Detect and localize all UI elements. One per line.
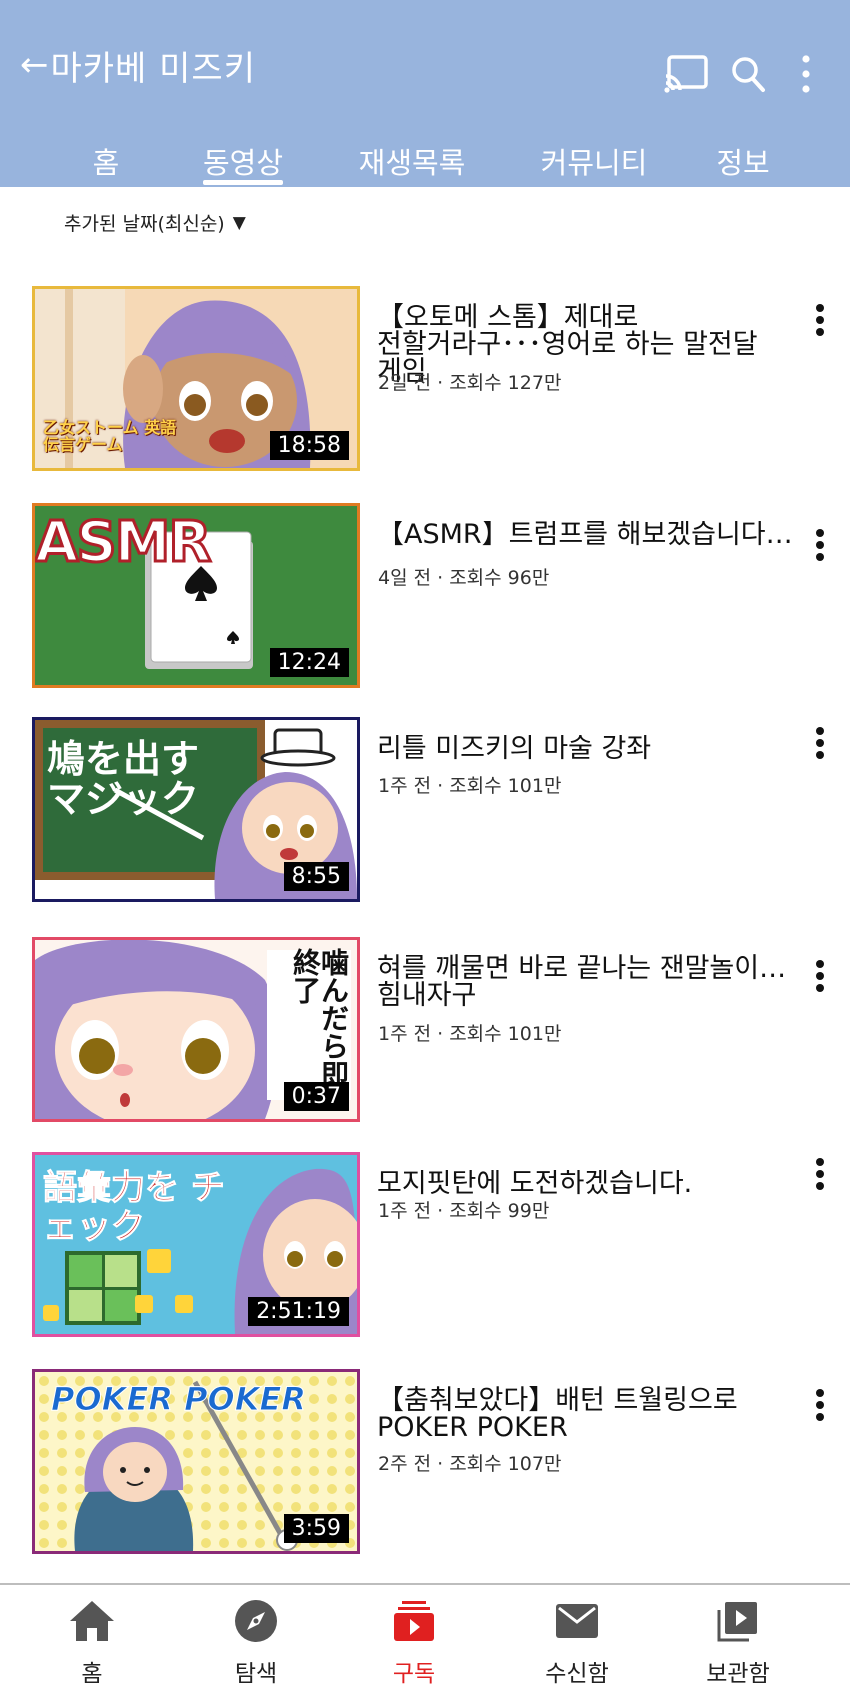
video-more-icon[interactable] xyxy=(808,1154,832,1194)
compass-icon xyxy=(234,1593,278,1648)
video-more-icon[interactable] xyxy=(808,525,832,565)
video-title[interactable]: 【ASMR】트럼프를 해보겠습니다… xyxy=(377,521,809,548)
nav-label: 탐색 xyxy=(234,1661,278,1687)
tab-playlists[interactable]: 재생목록 xyxy=(359,140,466,182)
tab-community[interactable]: 커뮤니티 xyxy=(541,140,648,182)
video-duration: 2:51:19 xyxy=(248,1296,349,1326)
video-title[interactable]: 혀를 깨물면 바로 끝나는 잰말놀이…힘내자구 xyxy=(377,955,809,1009)
thumbnail-caption: 噛んだら即終了 xyxy=(289,948,350,1088)
video-title[interactable]: 모지핏탄에 도전하겠습니다. xyxy=(377,1170,809,1197)
video-more-icon[interactable] xyxy=(808,1385,832,1425)
channel-tabs: 홈 동영상 재생목록 커뮤니티 정보 xyxy=(0,132,850,187)
video-duration: 18:58 xyxy=(269,430,349,460)
thumbnail-caption: POKER POKER xyxy=(50,1380,307,1419)
nav-library[interactable]: 보관함 xyxy=(678,1593,798,1688)
video-duration: 3:59 xyxy=(283,1513,349,1543)
video-title[interactable]: 【춤춰보았다】배턴 트월링으로 POKER POKER xyxy=(377,1387,809,1441)
video-title[interactable]: 리틀 미즈키의 마술 강좌 xyxy=(377,735,809,762)
bottom-navigation: 홈 탐색 구독 수신함 보관함 xyxy=(0,1583,850,1691)
sort-dropdown[interactable]: 추가된 날짜(최신순) ▼ xyxy=(64,209,246,236)
nav-label: 구독 xyxy=(392,1661,436,1687)
video-thumbnail[interactable]: ASMR 12:24 xyxy=(32,503,360,688)
video-meta: 1주 전 · 조회수 99만 xyxy=(378,1200,550,1222)
video-meta: 2주 전 · 조회수 107만 xyxy=(378,1453,562,1475)
nav-label: 수신함 xyxy=(545,1661,609,1687)
library-icon xyxy=(717,1593,759,1648)
video-more-icon[interactable] xyxy=(808,956,832,996)
nav-explore[interactable]: 탐색 xyxy=(196,1593,316,1688)
back-arrow-icon: ← xyxy=(20,45,49,85)
sort-label: 추가된 날짜(최신순) xyxy=(64,213,225,235)
video-item[interactable]: POKER POKER 3:59 【춤춰보았다】배턴 트월링으로 POKER P… xyxy=(0,1369,850,1559)
video-item[interactable]: 語彙力を チェック 2:51:19 모지핏탄에 도전하겠습니다. 1주 전 · … xyxy=(0,1152,850,1342)
video-item[interactable]: ASMR 12:24 【ASMR】트럼프를 해보겠습니다… 4일 전 · 조회수… xyxy=(0,503,850,693)
nav-label: 보관함 xyxy=(706,1661,770,1687)
thumbnail-caption: ASMR xyxy=(35,509,213,577)
tab-about[interactable]: 정보 xyxy=(716,140,769,182)
video-duration: 8:55 xyxy=(283,861,349,891)
thumbnail-caption: 鳩を出す マジック xyxy=(47,737,200,821)
video-duration: 0:37 xyxy=(283,1081,349,1111)
video-meta: 2일 전 · 조회수 127만 xyxy=(378,372,562,394)
cast-icon[interactable] xyxy=(660,48,712,100)
video-meta: 1주 전 · 조회수 101만 xyxy=(378,1023,562,1045)
subscriptions-icon xyxy=(394,1593,434,1648)
home-icon xyxy=(68,1593,116,1648)
video-item[interactable]: 鳩を出す マジック 8:55 리틀 미즈키의 마술 강좌 1주 전 · 조회수 … xyxy=(0,717,850,907)
caret-down-icon: ▼ xyxy=(232,212,246,233)
video-meta: 4일 전 · 조회수 96만 xyxy=(378,567,550,589)
active-tab-indicator xyxy=(203,180,283,185)
more-options-icon[interactable] xyxy=(780,48,832,100)
video-thumbnail[interactable]: 語彙力を チェック 2:51:19 xyxy=(32,1152,360,1337)
nav-label: 홈 xyxy=(81,1661,103,1687)
video-more-icon[interactable] xyxy=(808,723,832,763)
video-meta: 1주 전 · 조회수 101만 xyxy=(378,775,562,797)
video-thumbnail[interactable]: 鳩を出す マジック 8:55 xyxy=(32,717,360,902)
video-item[interactable]: 噛んだら即終了 0:37 혀를 깨물면 바로 끝나는 잰말놀이…힘내자구 1주 … xyxy=(0,937,850,1127)
tab-videos[interactable]: 동영상 xyxy=(203,140,283,182)
search-icon[interactable] xyxy=(722,48,774,100)
video-duration: 12:24 xyxy=(269,647,349,677)
nav-home[interactable]: 홈 xyxy=(32,1593,152,1688)
video-thumbnail[interactable]: POKER POKER 3:59 xyxy=(32,1369,360,1554)
inbox-icon xyxy=(556,1593,598,1648)
nav-subscriptions[interactable]: 구독 xyxy=(354,1593,474,1688)
thumbnail-caption: 乙女ストーム 英語伝言ゲーム xyxy=(43,418,177,455)
app-header: ← 마카베 미즈키 홈 동영상 재생목록 커뮤니티 정보 xyxy=(0,0,850,187)
video-thumbnail[interactable]: 乙女ストーム 英語伝言ゲーム 18:58 xyxy=(32,286,360,471)
channel-title: 마카베 미즈키 xyxy=(50,48,256,89)
video-item[interactable]: 乙女ストーム 英語伝言ゲーム 18:58 【오토메 스톰】제대로 전할거라구･･… xyxy=(0,286,850,476)
video-more-icon[interactable] xyxy=(808,300,832,340)
back-button[interactable]: ← 마카베 미즈키 xyxy=(20,40,256,90)
thumbnail-caption: 語彙力を チェック xyxy=(43,1168,226,1248)
tab-home[interactable]: 홈 xyxy=(93,140,120,182)
video-thumbnail[interactable]: 噛んだら即終了 0:37 xyxy=(32,937,360,1122)
nav-inbox[interactable]: 수신함 xyxy=(517,1593,637,1688)
